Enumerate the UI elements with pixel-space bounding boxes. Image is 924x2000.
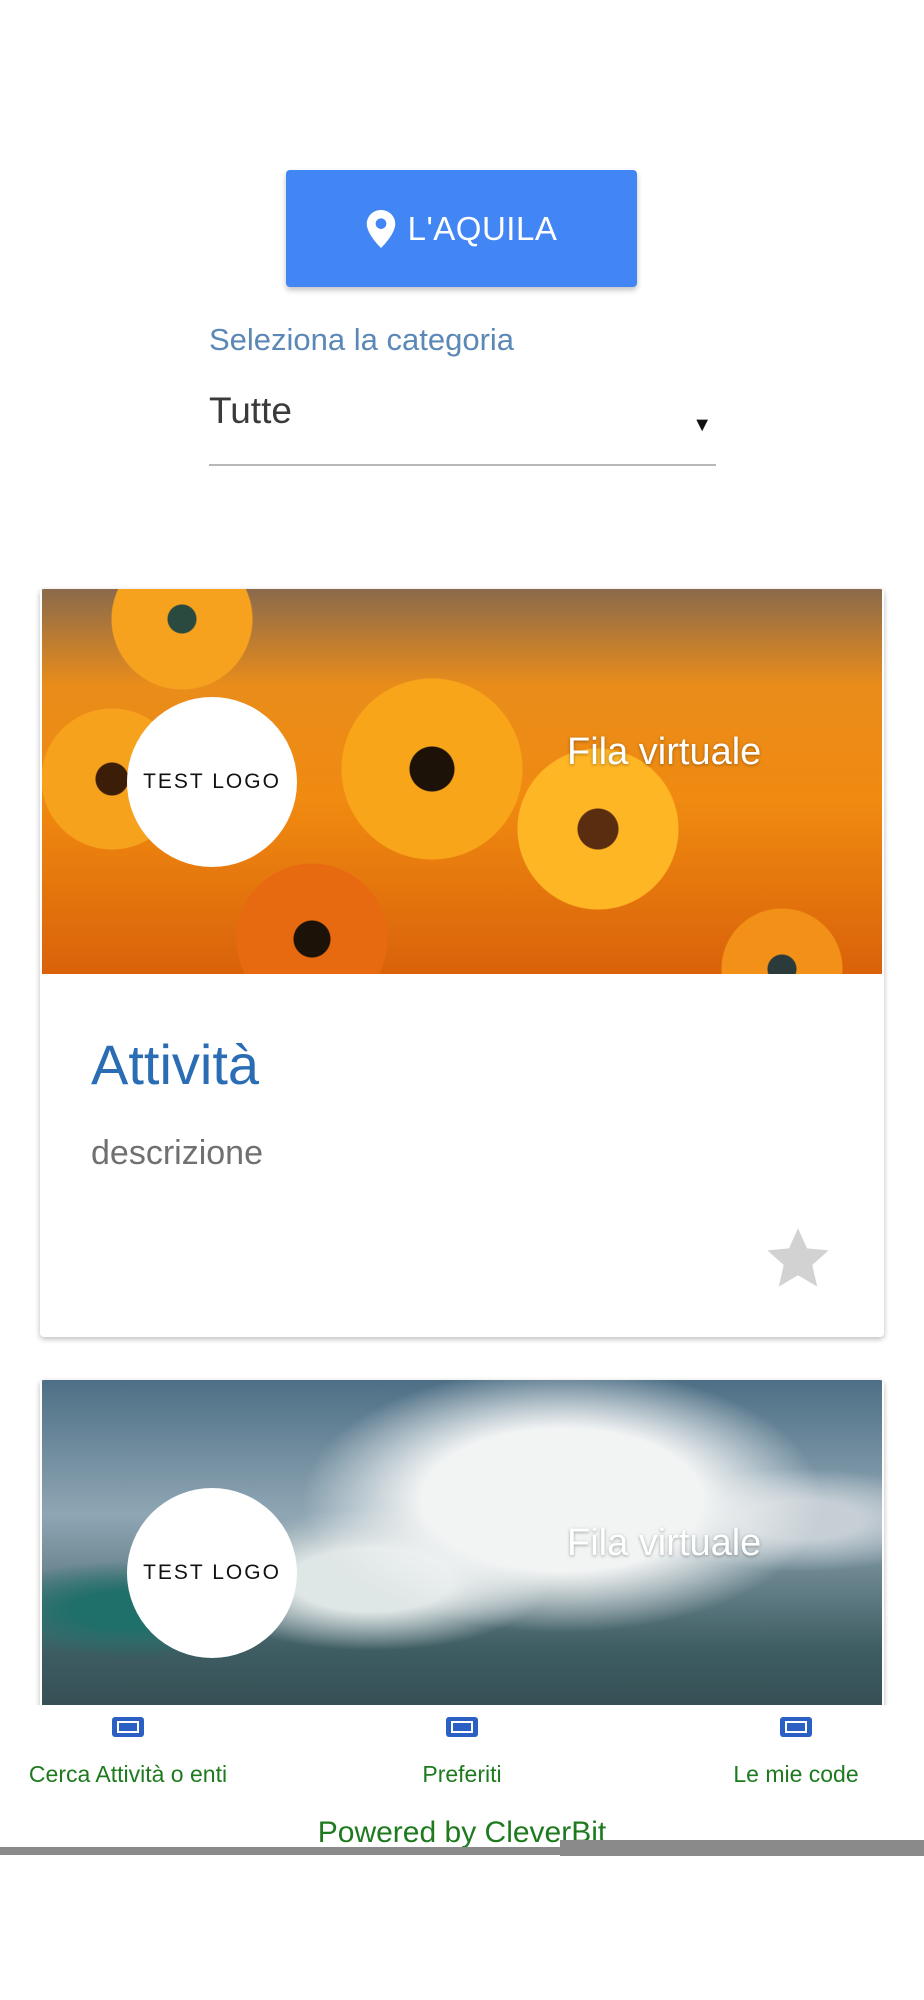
nav-item-my-queues[interactable]: Le mie code (716, 1715, 876, 1788)
category-selected-value: Tutte (209, 390, 292, 431)
location-label: L'AQUILA (407, 209, 558, 247)
card-title: Attività (91, 1033, 260, 1096)
queue-label: Fila virtuale (567, 731, 762, 773)
nav-label: Cerca Attività o enti (28, 1761, 228, 1787)
star-icon[interactable] (763, 1223, 833, 1293)
card-logo: TEST LOGO (127, 697, 297, 867)
nav-label: Preferiti (422, 1761, 502, 1787)
nav-label: Le mie code (733, 1761, 859, 1787)
activity-card[interactable]: TEST LOGO Fila virtuale Attività descriz… (40, 589, 884, 1337)
ticket-icon (780, 1717, 812, 1737)
ticket-icon (112, 1717, 144, 1737)
card-cover-image: TEST LOGO Fila virtuale (42, 589, 882, 974)
app-screen: L'AQUILA Seleziona la categoria Tutte ▼ … (0, 0, 924, 2000)
dropdown-arrow-icon: ▼ (692, 414, 712, 436)
card-cover-image: TEST LOGO Fila virtuale (42, 1380, 882, 1710)
nav-item-search[interactable]: Cerca Attività o enti (18, 1715, 238, 1788)
nav-item-favorites[interactable]: Preferiti (392, 1715, 532, 1788)
divider-bar (560, 1840, 924, 1856)
divider-bar (0, 1847, 560, 1855)
map-pin-icon (366, 209, 395, 248)
category-label: Seleziona la categoria (209, 322, 515, 357)
category-select[interactable]: Tutte ▼ (209, 380, 716, 466)
queue-label: Fila virtuale (567, 1522, 762, 1564)
activity-card[interactable]: TEST LOGO Fila virtuale (40, 1380, 884, 1710)
card-logo: TEST LOGO (127, 1488, 297, 1658)
location-button[interactable]: L'AQUILA (286, 170, 637, 287)
ticket-icon (446, 1717, 478, 1737)
card-description: descrizione (91, 1134, 263, 1172)
